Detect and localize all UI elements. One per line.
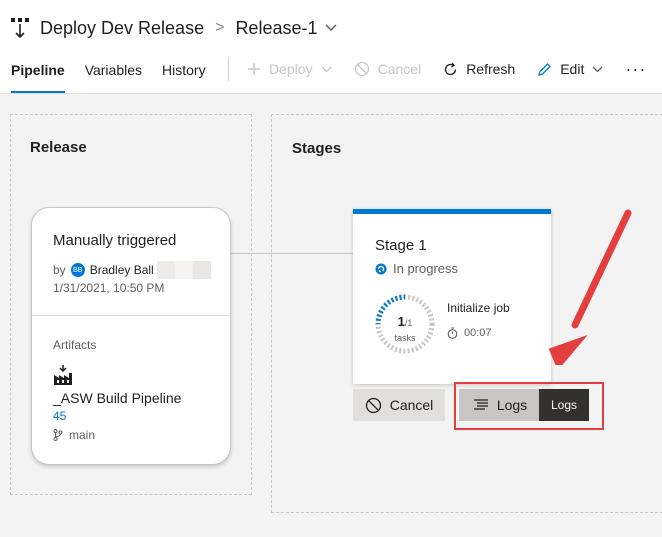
- release-pipeline-icon: [11, 18, 29, 39]
- tab-variables[interactable]: Variables: [85, 56, 142, 93]
- stage-cancel-label: Cancel: [389, 397, 434, 413]
- cancel-toolbar-label: Cancel: [377, 61, 422, 77]
- pipeline-title[interactable]: Deploy Dev Release: [40, 18, 204, 39]
- current-job: Initialize job: [447, 301, 510, 315]
- stage-name: Stage 1: [375, 237, 427, 254]
- in-progress-icon: [375, 263, 387, 274]
- edit-button[interactable]: Edit: [537, 61, 603, 77]
- user-name: Bradley Ball: [89, 263, 154, 277]
- branch-name: main: [69, 428, 96, 442]
- top-bar: Deploy Dev Release > Release-1 Pipeline …: [0, 0, 662, 94]
- release-panel-title: Release: [30, 139, 87, 156]
- branch-info: main: [53, 428, 95, 442]
- release-date: 1/31/2021, 10:50 PM: [53, 281, 165, 295]
- refresh-button[interactable]: Refresh: [443, 61, 515, 77]
- card-divider: [32, 315, 230, 316]
- chevron-down-icon[interactable]: [325, 24, 337, 32]
- logs-label: Logs: [496, 397, 528, 413]
- release-name[interactable]: Release-1: [235, 18, 317, 39]
- chevron-down-icon: [321, 66, 332, 72]
- cancel-icon: [365, 397, 381, 413]
- tab-pipeline[interactable]: Pipeline: [11, 56, 65, 93]
- stage-cancel-button[interactable]: Cancel: [353, 389, 445, 421]
- toolbar-divider: [228, 57, 229, 81]
- breadcrumb-separator: >: [215, 19, 225, 36]
- logs-tooltip: Logs: [539, 389, 589, 421]
- cancel-icon: [354, 61, 369, 77]
- tab-history[interactable]: History: [162, 56, 206, 93]
- redacted-area: [156, 261, 211, 279]
- trigger-text: Manually triggered: [53, 232, 177, 249]
- tasks-label: tasks: [394, 333, 416, 343]
- release-card[interactable]: Manually triggered by BB Bradley Ball 1/…: [31, 207, 231, 465]
- build-factory-icon: [54, 365, 72, 385]
- more-actions-button[interactable]: ···: [625, 59, 646, 80]
- branch-icon: [53, 429, 63, 441]
- tasks-done: 1: [397, 314, 405, 329]
- tasks-total: /1: [404, 318, 413, 328]
- tasks-count: 1/1: [373, 314, 437, 329]
- pencil-icon: [538, 62, 552, 76]
- refresh-label: Refresh: [466, 61, 516, 77]
- stage-status-text: In progress: [393, 261, 459, 276]
- deploy-button[interactable]: Deploy: [247, 61, 332, 77]
- annotation-arrow: [548, 209, 632, 365]
- plus-icon: [248, 63, 260, 75]
- cancel-toolbar-button[interactable]: Cancel: [354, 61, 422, 77]
- triggered-by: by BB Bradley Ball: [53, 261, 211, 279]
- deploy-label: Deploy: [269, 61, 313, 77]
- elapsed-value: 00:07: [464, 327, 492, 339]
- avatar: BB: [70, 263, 85, 277]
- artifact-name[interactable]: _ASW Build Pipeline: [53, 390, 181, 406]
- chevron-down-icon: [592, 66, 603, 72]
- logs-button[interactable]: Logs: [459, 389, 541, 421]
- logs-icon: [473, 399, 488, 410]
- stages-panel-title: Stages: [292, 140, 342, 157]
- artifact-build-link[interactable]: 45: [53, 409, 66, 423]
- timer-icon: [447, 327, 458, 339]
- by-prefix: by: [53, 263, 66, 277]
- elapsed-time: 00:07: [447, 327, 492, 339]
- artifacts-label: Artifacts: [53, 338, 97, 352]
- breadcrumb: Deploy Dev Release > Release-1: [10, 14, 337, 42]
- stage-status: In progress: [375, 261, 458, 276]
- refresh-icon: [445, 62, 457, 75]
- tab-bar: Pipeline Variables History: [0, 56, 215, 93]
- toolbar: Deploy Cancel Refresh Edit ···: [228, 54, 646, 84]
- pipeline-connector: [229, 253, 353, 254]
- stage-card[interactable]: Stage 1 In progress 1/1 tasks Initialize…: [353, 209, 551, 384]
- edit-label: Edit: [560, 61, 585, 77]
